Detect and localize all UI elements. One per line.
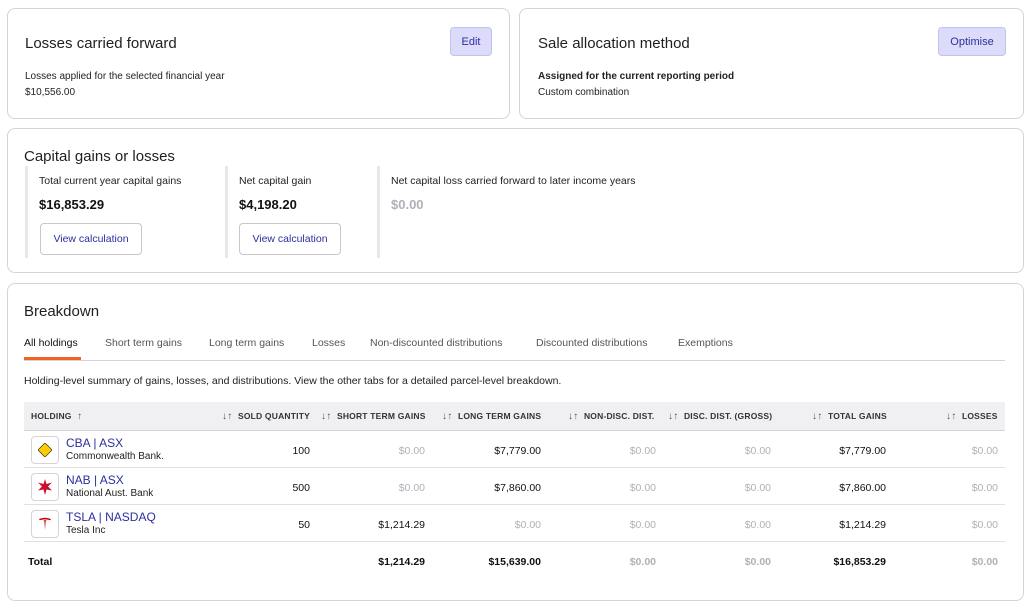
losses-card: Losses carried forward Edit Losses appli…: [7, 8, 510, 119]
sort-arrows-icon: ↓↑: [568, 411, 582, 422]
header-total-gains[interactable]: ↓↑ TOTAL GAINS: [812, 411, 887, 422]
header-sold-quantity[interactable]: ↓↑ SOLD QUANTITY: [222, 411, 310, 422]
holdings-table-header: HOLDING ↑ ↓↑ SOLD QUANTITY ↓↑ SHORT TERM…: [24, 402, 1005, 431]
sale-allocation-card: Sale allocation method Optimise Assigned…: [519, 8, 1024, 119]
header-non-disc-label: NON-DISC. DIST.: [583, 411, 655, 421]
tab-short-term-gains[interactable]: Short term gains: [105, 337, 182, 349]
net-capital-loss-col: Net capital loss carried forward to late…: [377, 166, 677, 258]
cba-logo-icon: [31, 436, 59, 464]
long-term-gains: $7,860.00: [494, 482, 541, 494]
sold-quantity: 100: [292, 445, 310, 457]
non-disc-dist: $0.00: [629, 445, 656, 457]
total-losses: $0.00: [971, 556, 998, 568]
net-capital-loss-value: $0.00: [391, 197, 424, 212]
header-long-term-gains[interactable]: ↓↑ LONG TERM GAINS: [442, 411, 541, 422]
optimise-button[interactable]: Optimise: [938, 27, 1006, 56]
sale-subtitle: Assigned for the current reporting perio…: [538, 71, 735, 82]
header-losses[interactable]: ↓↑ LOSSES: [946, 411, 998, 422]
view-calculation-button-net[interactable]: View calculation: [239, 223, 341, 255]
total-capital-gains-label: Total current year capital gains: [39, 175, 182, 187]
net-capital-gain-col: Net capital gain $4,198.20 View calculat…: [225, 166, 370, 258]
long-term-gains: $0.00: [514, 519, 541, 531]
disc-dist: $0.00: [744, 519, 771, 531]
total-capital-gains-col: Total current year capital gains $16,853…: [25, 166, 220, 258]
table-row: CBA | ASX Commonwealth Bank. 100 $0.00 $…: [24, 431, 1005, 468]
sale-card-title: Sale allocation method: [538, 35, 690, 52]
sold-quantity: 50: [298, 519, 310, 531]
nab-logo-icon: [31, 473, 59, 501]
tab-exemptions[interactable]: Exemptions: [678, 337, 733, 349]
sort-arrows-icon: ↓↑: [222, 411, 236, 422]
table-total-row: Total $1,214.29 $15,639.00 $0.00 $0.00 $…: [24, 548, 1005, 578]
breakdown-description: Holding-level summary of gains, losses, …: [24, 375, 562, 387]
header-sold-quantity-label: SOLD QUANTITY: [237, 411, 310, 421]
total-non-disc: $0.00: [629, 556, 656, 568]
short-term-gains: $0.00: [398, 482, 425, 494]
breakdown-tabs: All holdings Short term gains Long term …: [24, 335, 1005, 361]
non-disc-dist: $0.00: [629, 482, 656, 494]
sort-arrows-icon: ↓↑: [946, 411, 960, 422]
losses: $0.00: [971, 482, 998, 494]
sale-value: Custom combination: [538, 87, 630, 98]
losses-subtitle: Losses applied for the selected financia…: [25, 71, 225, 82]
edit-button[interactable]: Edit: [450, 27, 492, 56]
active-tab-indicator: [24, 357, 81, 360]
losses-amount: $10,556.00: [25, 87, 76, 98]
total-total-gains: $16,853.29: [833, 556, 886, 568]
total-gains: $7,860.00: [839, 482, 886, 494]
header-disc-label: DISC. DIST. (GROSS): [683, 411, 773, 421]
losses-card-title: Losses carried forward: [25, 35, 177, 52]
total-disc: $0.00: [744, 556, 771, 568]
holding-company: Tesla Inc: [66, 525, 106, 536]
short-term-gains: $0.00: [398, 445, 425, 457]
tab-losses[interactable]: Losses: [312, 337, 345, 349]
arrow-up-icon: ↑: [74, 411, 83, 422]
sort-arrows-icon: ↓↑: [442, 411, 456, 422]
tab-discounted-distributions[interactable]: Discounted distributions: [536, 337, 647, 349]
net-capital-loss-label: Net capital loss carried forward to late…: [391, 175, 636, 187]
net-capital-gain-value: $4,198.20: [239, 197, 297, 212]
sort-arrows-icon: ↓↑: [668, 411, 682, 422]
total-gains: $1,214.29: [839, 519, 886, 531]
table-row: TSLA | NASDAQ Tesla Inc 50 $1,214.29 $0.…: [24, 505, 1005, 542]
disc-dist: $0.00: [744, 445, 771, 457]
header-short-term-label: SHORT TERM GAINS: [336, 411, 426, 421]
header-losses-label: LOSSES: [961, 411, 998, 421]
sort-arrows-icon: ↓↑: [321, 411, 335, 422]
non-disc-dist: $0.00: [629, 519, 656, 531]
holding-ticker-link[interactable]: NAB | ASX: [66, 473, 124, 487]
short-term-gains: $1,214.29: [378, 519, 425, 531]
holding-company: National Aust. Bank: [66, 488, 154, 499]
total-long-term: $15,639.00: [488, 556, 541, 568]
breakdown-title: Breakdown: [24, 303, 100, 320]
net-capital-gain-label: Net capital gain: [239, 175, 312, 187]
holding-company: Commonwealth Bank.: [66, 451, 164, 462]
table-row: NAB | ASX National Aust. Bank 500 $0.00 …: [24, 468, 1005, 505]
capital-gains-title: Capital gains or losses: [24, 148, 175, 165]
total-short-term: $1,214.29: [378, 556, 425, 568]
total-gains: $7,779.00: [839, 445, 886, 457]
sort-arrows-icon: ↓↑: [812, 411, 826, 422]
header-holding-label: HOLDING: [31, 411, 72, 421]
header-non-disc-dist[interactable]: ↓↑ NON-DISC. DIST.: [568, 411, 654, 422]
long-term-gains: $7,779.00: [494, 445, 541, 457]
tab-non-discounted-distributions[interactable]: Non-discounted distributions: [370, 337, 503, 349]
sold-quantity: 500: [292, 482, 310, 494]
losses: $0.00: [971, 519, 998, 531]
header-disc-dist[interactable]: ↓↑ DISC. DIST. (GROSS): [668, 411, 772, 422]
tab-long-term-gains[interactable]: Long term gains: [209, 337, 284, 349]
losses: $0.00: [971, 445, 998, 457]
header-total-label: TOTAL GAINS: [827, 411, 887, 421]
header-holding[interactable]: HOLDING ↑: [31, 411, 82, 422]
total-label: Total: [28, 556, 53, 568]
view-calculation-button-total[interactable]: View calculation: [40, 223, 142, 255]
holding-ticker-link[interactable]: CBA | ASX: [66, 436, 123, 450]
tab-all-holdings[interactable]: All holdings: [24, 337, 78, 349]
total-capital-gains-value: $16,853.29: [39, 197, 105, 212]
disc-dist: $0.00: [744, 482, 771, 494]
header-short-term-gains[interactable]: ↓↑ SHORT TERM GAINS: [321, 411, 426, 422]
holding-ticker-link[interactable]: TSLA | NASDAQ: [66, 510, 156, 524]
header-long-term-label: LONG TERM GAINS: [457, 411, 542, 421]
tesla-logo-icon: [31, 510, 59, 538]
